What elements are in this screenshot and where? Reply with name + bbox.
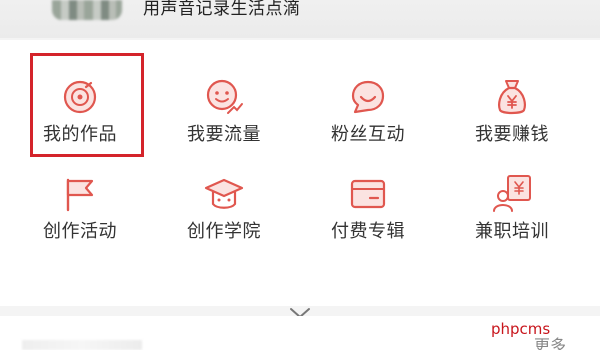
smile-growth-icon xyxy=(202,75,246,119)
grid-item-label: 付费专辑 xyxy=(331,221,405,242)
grid-item-label: 我要流量 xyxy=(187,124,261,145)
money-bag-icon xyxy=(490,75,534,119)
user-yen-icon xyxy=(490,172,534,216)
graduation-cap-icon xyxy=(202,172,246,216)
highlight-box xyxy=(30,53,144,157)
grid-item-label: 粉丝互动 xyxy=(331,124,405,145)
grid-item-label: 兼职培训 xyxy=(475,221,549,242)
profile-slogan: 用声音记录生活点滴 xyxy=(143,0,301,19)
grid-item-get-traffic[interactable]: 我要流量 xyxy=(164,75,284,171)
grid-item-creation-academy[interactable]: 创作学院 xyxy=(164,172,284,268)
blurred-content xyxy=(22,340,142,350)
grid-item-creation-activity[interactable]: 创作活动 xyxy=(20,172,140,268)
grid-item-label: 创作学院 xyxy=(187,221,261,242)
grid-item-label: 创作活动 xyxy=(43,221,117,242)
profile-header: 用声音记录生活点滴 xyxy=(0,0,600,38)
app-page: 用声音记录生活点滴 我的作品 我要流量 粉丝互动 我要赚钱 创作活动 创作学院 … xyxy=(0,0,600,350)
grid-item-earn-money[interactable]: 我要赚钱 xyxy=(452,75,572,171)
grid-item-part-time-training[interactable]: 兼职培训 xyxy=(452,172,572,268)
grid-item-paid-album[interactable]: 付费专辑 xyxy=(308,172,428,268)
avatar[interactable] xyxy=(52,0,122,20)
grid-item-fan-interaction[interactable]: 粉丝互动 xyxy=(308,75,428,171)
more-link[interactable]: 更多 xyxy=(534,336,566,350)
flag-icon xyxy=(58,172,102,216)
card-icon xyxy=(346,172,390,216)
watermark-text: phpcms xyxy=(491,320,551,338)
grid-item-label: 我要赚钱 xyxy=(475,124,549,145)
chat-bubble-icon xyxy=(346,75,390,119)
